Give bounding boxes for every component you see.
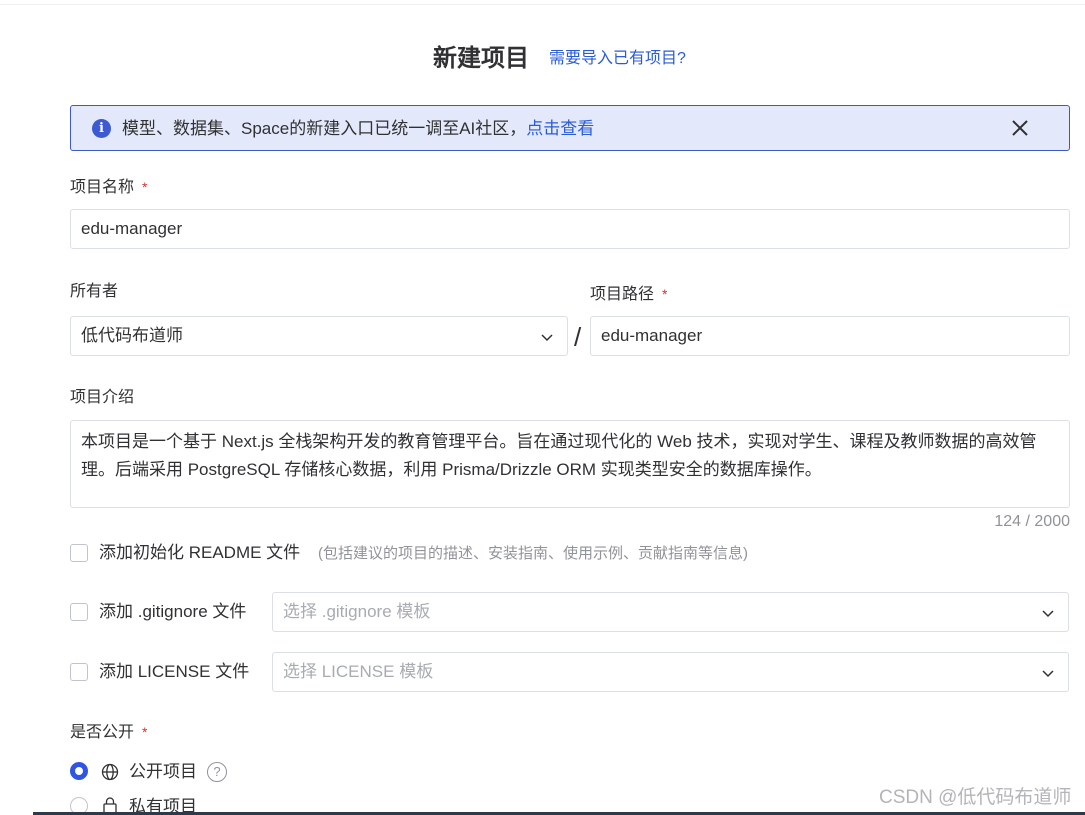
owner-label: 所有者	[70, 283, 119, 300]
owner-select[interactable]: 低代码布道师	[70, 316, 568, 356]
readme-row: 添加初始化 README 文件 (包括建议的项目的描述、安装指南、使用示例、贡献…	[70, 542, 970, 564]
help-icon[interactable]: ?	[207, 762, 227, 782]
description-counter: 124 / 2000	[994, 513, 1070, 530]
notice-view-link[interactable]: 点击查看	[526, 119, 594, 138]
project-name-label-text: 项目名称	[70, 179, 135, 196]
readme-checkbox[interactable]	[70, 544, 88, 562]
project-name-input[interactable]: edu-manager	[70, 209, 1070, 249]
chevron-down-icon	[1042, 670, 1054, 678]
gitignore-template-select[interactable]: 选择 .gitignore 模板	[272, 592, 1069, 632]
visibility-label: 是否公开 *	[70, 721, 147, 744]
description-textarea[interactable]: 本项目是一个基于 Next.js 全栈架构开发的教育管理平台。旨在通过现代化的 …	[70, 420, 1070, 508]
readme-hint: (包括建议的项目的描述、安装指南、使用示例、贡献指南等信息)	[318, 545, 748, 562]
chevron-down-icon	[541, 334, 553, 342]
license-placeholder: 选择 LICENSE 模板	[283, 662, 434, 681]
info-icon: i	[92, 119, 111, 138]
watermark: CSDN @低代码布道师	[879, 787, 1072, 808]
path-separator: /	[574, 322, 582, 352]
public-label: 公开项目	[129, 762, 197, 781]
readme-label: 添加初始化 README 文件	[99, 543, 301, 562]
description-label: 项目介绍	[70, 389, 135, 406]
owner-value: 低代码布道师	[81, 326, 183, 345]
license-template-select[interactable]: 选择 LICENSE 模板	[272, 652, 1069, 692]
top-divider	[0, 4, 1085, 5]
import-project-link[interactable]: 需要导入已有项目?	[549, 48, 686, 70]
license-row: 添加 LICENSE 文件	[70, 661, 270, 683]
notice-banner: i 模型、数据集、Space的新建入口已统一调至AI社区，点击查看	[70, 105, 1070, 151]
project-path-input[interactable]: edu-manager	[590, 316, 1070, 356]
project-name-label: 项目名称 *	[70, 176, 147, 199]
project-path-label: 项目路径 *	[590, 283, 667, 306]
gitignore-row: 添加 .gitignore 文件	[70, 601, 270, 623]
page-header: 新建项目 需要导入已有项目?	[0, 42, 1085, 76]
required-mark: *	[662, 286, 668, 302]
license-label: 添加 LICENSE 文件	[99, 662, 250, 681]
project-name-value: edu-manager	[81, 219, 183, 238]
notice-text: 模型、数据集、Space的新建入口已统一调至AI社区，	[122, 119, 527, 138]
page-title: 新建项目	[433, 45, 529, 72]
project-path-value: edu-manager	[601, 326, 703, 345]
globe-icon	[101, 763, 119, 781]
close-icon[interactable]	[1008, 116, 1032, 140]
notice-message: 模型、数据集、Space的新建入口已统一调至AI社区，点击查看	[122, 118, 594, 140]
gitignore-checkbox[interactable]	[70, 603, 88, 621]
required-mark: *	[142, 179, 148, 195]
gitignore-label: 添加 .gitignore 文件	[99, 602, 247, 621]
gitignore-placeholder: 选择 .gitignore 模板	[283, 602, 431, 621]
required-mark: *	[142, 724, 148, 740]
project-path-label-text: 项目路径	[590, 286, 655, 303]
visibility-label-text: 是否公开	[70, 724, 135, 741]
license-checkbox[interactable]	[70, 663, 88, 681]
chevron-down-icon	[1042, 610, 1054, 618]
public-radio[interactable]	[70, 762, 88, 780]
